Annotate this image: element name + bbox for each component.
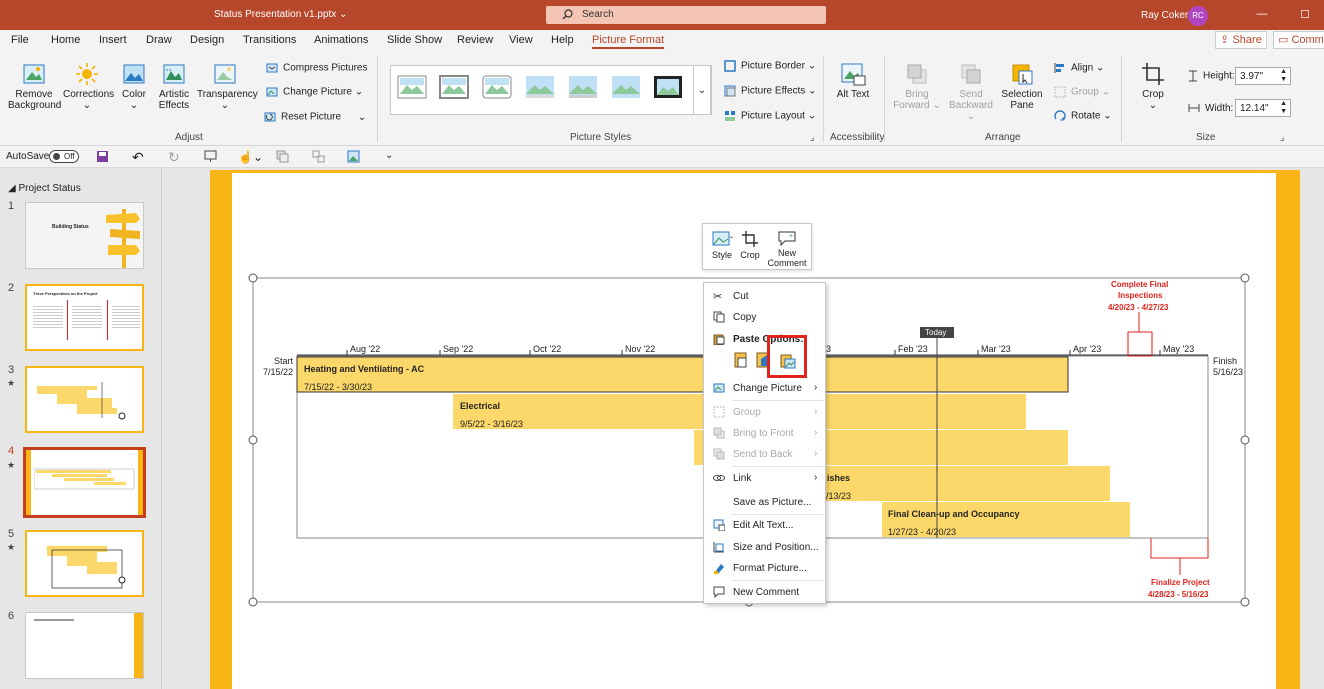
task-bar-heating[interactable] [296, 356, 1069, 393]
new-comment-button[interactable]: + New Comment [765, 230, 809, 268]
svg-text:⌄: ⌄ [729, 234, 733, 240]
menu-item-link[interactable]: Link › [704, 468, 827, 488]
mini-toolbar: ⌄ Style Crop + New Comment [702, 223, 812, 270]
task-name: Electrical [460, 401, 501, 411]
alt-text-icon [713, 519, 725, 531]
gantt-picture[interactable] [0, 0, 1324, 689]
menu-item-change-picture[interactable]: Change Picture › [704, 378, 827, 398]
menu-label: Change Picture [733, 383, 802, 394]
submenu-arrow-icon: › [814, 448, 818, 459]
new-comment-icon [713, 586, 725, 598]
menu-item-group[interactable]: Group › [704, 402, 827, 422]
today-label: Today [925, 328, 947, 337]
resize-handle[interactable] [1240, 597, 1250, 607]
resize-handle[interactable] [248, 273, 258, 283]
mini-crop-button[interactable]: Crop [739, 230, 761, 260]
task-name: Final Clean-up and Occupancy [888, 509, 1020, 519]
menu-item-save-as-picture[interactable]: Save as Picture... [704, 492, 827, 512]
milestone-bracket-bottom [1150, 538, 1209, 575]
menu-separator [732, 580, 824, 581]
month-label: Oct '22 [533, 344, 562, 354]
link-icon [713, 475, 725, 481]
new-comment-icon: + [778, 231, 796, 247]
menu-item-format-picture[interactable]: Format Picture... [704, 558, 827, 578]
context-menu: ✂ Cut Copy Paste Options: Change Picture ›… [703, 282, 826, 604]
menu-item-edit-alt-text[interactable]: Edit Alt Text... [704, 515, 827, 535]
menu-item-new-comment[interactable]: New Comment [704, 582, 827, 602]
menu-label: Cut [733, 291, 749, 302]
month-label: Feb '23 [898, 344, 928, 354]
menu-item-send-to-back[interactable]: Send to Back › [704, 444, 827, 464]
scissors-icon: ✂ [713, 291, 723, 303]
highlight-box [767, 335, 807, 378]
paste-options-header: Paste Options: [704, 329, 827, 349]
resize-handle[interactable] [1240, 435, 1250, 445]
task-dates: 9/5/22 - 3/16/23 [460, 419, 524, 429]
milestone-title: Finalize Project [1151, 578, 1210, 587]
milestone-dates: 4/20/23 - 4/27/23 [1108, 303, 1169, 312]
menu-separator [732, 400, 824, 401]
task-name: Heating and Ventilating - AC [304, 364, 425, 374]
milestone-title: Complete Final [1111, 280, 1169, 289]
svg-text:+: + [789, 233, 793, 240]
menu-label: New Comment [733, 587, 800, 598]
menu-item-copy[interactable]: Copy [704, 307, 827, 327]
size-position-icon [713, 542, 724, 553]
submenu-arrow-icon: › [814, 472, 818, 483]
milestone-dates: 4/28/23 - 5/16/23 [1148, 590, 1209, 599]
milestone-title: Inspections [1118, 291, 1163, 300]
submenu-arrow-icon: › [814, 382, 818, 393]
paste-icon [713, 334, 725, 345]
month-label: Mar '23 [981, 344, 1011, 354]
menu-item-cut[interactable]: ✂ Cut [704, 286, 827, 306]
style-button[interactable]: ⌄ Style [709, 230, 735, 260]
new-comment-label: New Comment [767, 248, 807, 268]
menu-label: Group [733, 407, 761, 418]
start-label: Start [274, 356, 294, 366]
resize-handle[interactable] [248, 597, 258, 607]
menu-item-bring-to-front[interactable]: Bring to Front › [704, 423, 827, 443]
group-icon [713, 406, 725, 418]
bring-to-front-icon [713, 427, 725, 439]
month-label: Apr '23 [1073, 344, 1102, 354]
crop-icon [742, 231, 758, 247]
change-picture-icon [713, 383, 725, 393]
menu-label: Copy [733, 312, 757, 323]
submenu-arrow-icon: › [814, 427, 818, 438]
month-label: Aug '22 [350, 344, 381, 354]
picture-style-icon: ⌄ [712, 231, 734, 246]
month-label: Nov '22 [625, 344, 656, 354]
month-label: Sep '22 [443, 344, 474, 354]
menu-item-size-and-position[interactable]: Size and Position... [704, 537, 827, 557]
menu-label: Save as Picture... [733, 497, 812, 508]
menu-label: Edit Alt Text... [733, 520, 794, 531]
format-picture-icon [714, 564, 724, 574]
task-name: ishes [827, 473, 851, 483]
finish-label: Finish [1213, 356, 1238, 366]
menu-label: Format Picture... [733, 563, 807, 574]
copy-icon [713, 311, 725, 323]
start-date: 7/15/22 [263, 367, 294, 377]
menu-label: Bring to Front [733, 428, 794, 439]
task-dates: 7/15/22 - 3/30/23 [304, 382, 373, 392]
resize-handle[interactable] [1240, 273, 1250, 283]
crop-label: Crop [740, 250, 760, 260]
menu-label: Link [733, 473, 752, 484]
paste-keep-source-icon[interactable] [734, 351, 748, 369]
task-dates: /13/23 [826, 491, 852, 501]
style-label: Style [711, 250, 732, 260]
menu-label: Send to Back [733, 449, 793, 460]
task-dates: 1/27/23 - 4/20/23 [888, 527, 957, 537]
menu-label: Size and Position... [733, 542, 819, 553]
send-to-back-icon [713, 448, 725, 460]
menu-separator [732, 466, 824, 467]
submenu-arrow-icon: › [814, 406, 818, 417]
milestone-bracket-top [1127, 312, 1153, 357]
resize-handle[interactable] [248, 435, 258, 445]
month-label: May '23 [1163, 344, 1195, 354]
finish-date: 5/16/23 [1213, 367, 1244, 377]
